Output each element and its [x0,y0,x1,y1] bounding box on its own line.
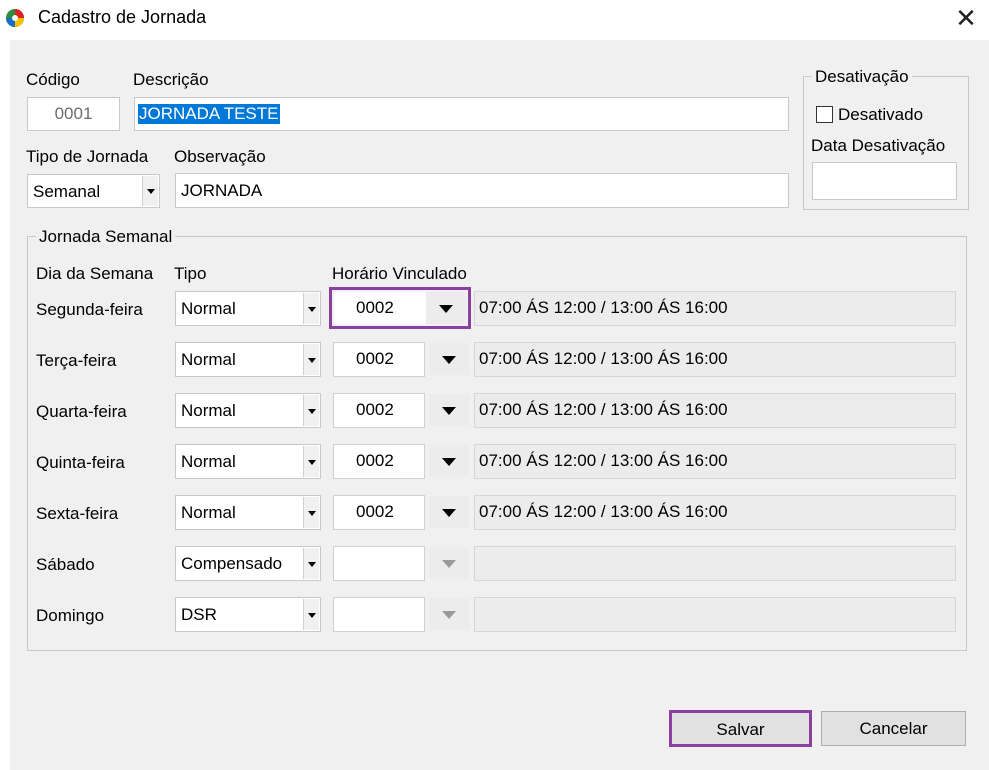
tipo-value: DSR [181,605,217,624]
app-logo-icon [6,9,24,27]
tipo-select[interactable]: Normal [175,393,321,428]
horario-dropdown-icon [429,598,469,630]
chevron-down-icon[interactable] [303,497,319,528]
desativado-checkbox[interactable] [816,106,833,123]
horario-description [474,546,956,581]
tipo-select[interactable]: Normal [175,495,321,530]
horario-dropdown-icon[interactable] [426,292,466,324]
tipo-value: Normal [181,452,236,471]
chevron-down-icon[interactable] [303,599,319,630]
horario-description-text: 07:00 ÁS 12:00 / 13:00 ÁS 16:00 [479,349,728,368]
header-dia-semana: Dia da Semana [36,264,154,283]
day-label: Segunda-feira [36,300,143,319]
cancel-button[interactable]: Cancelar [821,711,966,746]
horario-field[interactable]: 0002 [333,393,425,428]
close-icon[interactable]: ✕ [948,2,984,34]
tipo-value: Normal [181,401,236,420]
save-button[interactable]: Salvar [669,710,812,747]
chevron-down-icon[interactable] [303,446,319,477]
horario-dropdown-icon[interactable] [429,343,469,375]
tipo-select[interactable]: Compensado [175,546,321,581]
horario-description: 07:00 ÁS 12:00 / 13:00 ÁS 16:00 [474,444,956,479]
horario-description [474,597,956,632]
horario-description: 07:00 ÁS 12:00 / 13:00 ÁS 16:00 [474,342,956,377]
tipo-jornada-value: Semanal [33,182,101,201]
horario-field[interactable]: 0002 [333,444,425,479]
tipo-value: Normal [181,299,236,318]
horario-dropdown-icon[interactable] [429,496,469,528]
descricao-label: Descrição [133,70,209,89]
horario-field[interactable]: 0002 [333,495,425,530]
header-horario-vinculado: Horário Vinculado [332,264,467,283]
tipo-jornada-label: Tipo de Jornada [26,147,149,166]
data-desativacao-field[interactable] [812,162,957,200]
codigo-field[interactable]: 0001 [27,97,120,131]
horario-field[interactable]: 0002 [334,292,426,324]
dialog-body: Código 0001 Descrição JORNADA TESTE Tipo… [10,40,989,770]
chevron-down-icon[interactable] [303,395,319,426]
horario-value: 0002 [356,451,394,470]
tipo-jornada-select[interactable]: Semanal [27,174,160,208]
header-tipo: Tipo [174,264,207,283]
window-title: Cadastro de Jornada [38,7,207,27]
horario-description-text: 07:00 ÁS 12:00 / 13:00 ÁS 16:00 [479,298,728,317]
data-desativacao-label: Data Desativação [811,136,946,155]
descricao-field[interactable]: JORNADA TESTE [134,97,789,131]
horario-value: 0002 [356,400,394,419]
jornada-semanal-legend: Jornada Semanal [36,227,176,247]
horario-dropdown-icon[interactable] [429,445,469,477]
tipo-select[interactable]: DSR [175,597,321,632]
horario-description: 07:00 ÁS 12:00 / 13:00 ÁS 16:00 [474,291,956,326]
chevron-down-icon[interactable] [303,548,319,579]
title-bar: Cadastro de Jornada ✕ [0,0,989,38]
observacao-field[interactable]: JORNADA [175,173,789,208]
horario-description: 07:00 ÁS 12:00 / 13:00 ÁS 16:00 [474,393,956,428]
observacao-label: Observação [174,147,266,166]
chevron-down-icon[interactable] [303,293,319,324]
day-label: Terça-feira [36,351,117,370]
day-label: Quinta-feira [36,453,125,472]
horario-value: 0002 [356,502,394,521]
tipo-select[interactable]: Normal [175,444,321,479]
tipo-value: Normal [181,503,236,522]
tipo-select[interactable]: Normal [175,342,321,377]
desativado-label: Desativado [838,105,924,124]
horario-description-text: 07:00 ÁS 12:00 / 13:00 ÁS 16:00 [479,451,728,470]
horario-description: 07:00 ÁS 12:00 / 13:00 ÁS 16:00 [474,495,956,530]
tipo-value: Normal [181,350,236,369]
horario-value: 0002 [356,298,394,317]
day-label: Sábado [36,555,95,574]
day-label: Sexta-feira [36,504,119,523]
day-label: Domingo [36,606,105,625]
horario-field[interactable]: 0002 [333,342,425,377]
tipo-value: Compensado [181,554,283,573]
horario-field[interactable] [333,597,425,632]
horario-value: 0002 [356,349,394,368]
horario-dropdown-icon[interactable] [429,394,469,426]
horario-description-text: 07:00 ÁS 12:00 / 13:00 ÁS 16:00 [479,400,728,419]
chevron-down-icon[interactable] [142,176,158,206]
horario-dropdown-icon [429,547,469,579]
horario-description-text: 07:00 ÁS 12:00 / 13:00 ÁS 16:00 [479,502,728,521]
horario-field[interactable] [333,546,425,581]
codigo-label: Código [26,70,80,89]
chevron-down-icon[interactable] [303,344,319,375]
day-label: Quarta-feira [36,402,127,421]
descricao-selected-text: JORNADA TESTE [138,104,280,124]
tipo-select[interactable]: Normal [175,291,321,326]
desativacao-legend: Desativação [812,67,912,87]
